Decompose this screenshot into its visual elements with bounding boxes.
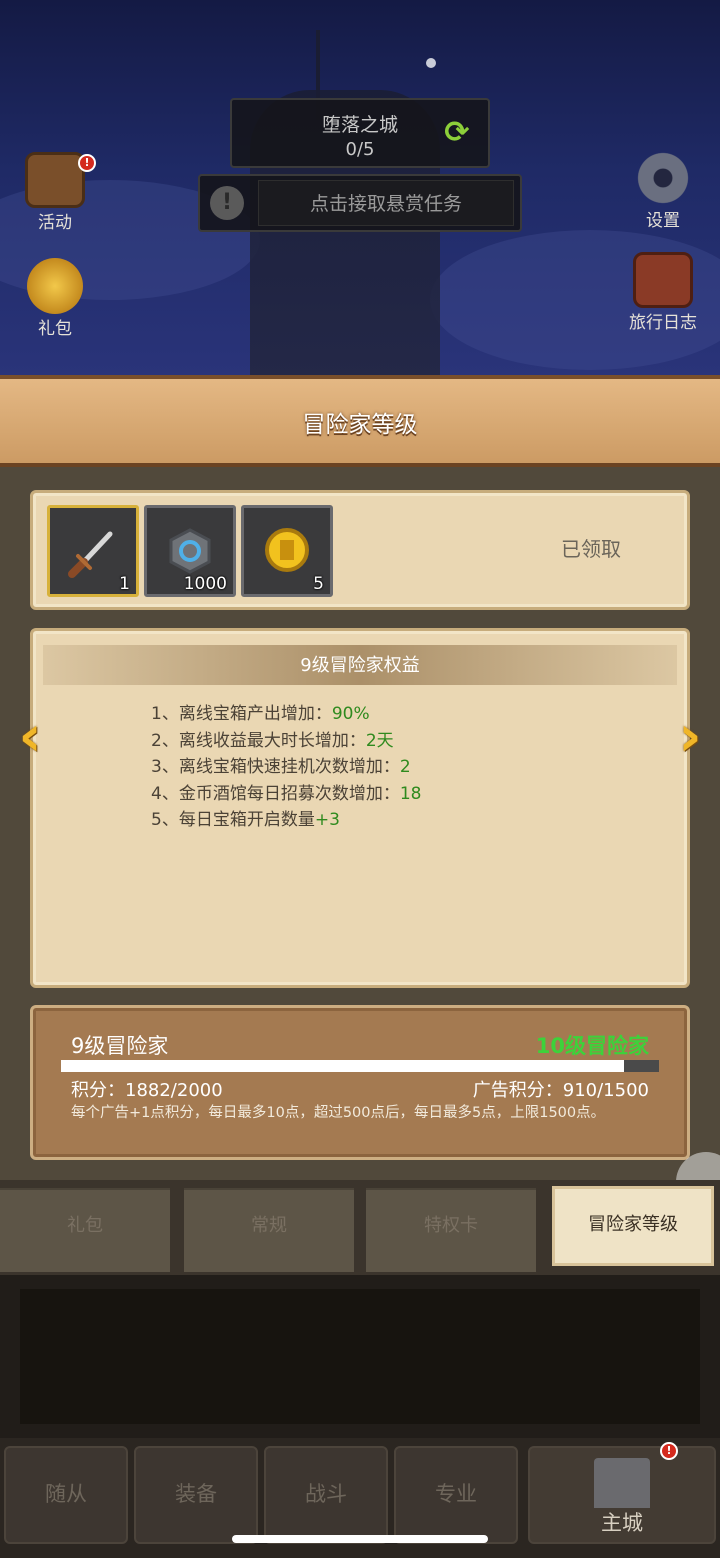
benefit-text: 1、离线宝箱产出增加：: [151, 704, 332, 724]
benefit-item: 3、离线宝箱快速挂机次数增加：2: [151, 754, 421, 781]
points-label: 积分：1882/2000: [71, 1080, 223, 1101]
castle-icon: [594, 1458, 650, 1508]
settings-label: 设置: [646, 211, 680, 231]
benefit-item: 4、金币酒馆每日招募次数增加：18: [151, 781, 421, 808]
tab-privilege-card[interactable]: 特权卡: [366, 1188, 536, 1272]
reward-row: 1 1000 5 已领取: [30, 490, 690, 610]
benefits-card: 9级冒险家权益 1、离线宝箱产出增加：90% 2、离线收益最大时长增加：2天 3…: [30, 628, 690, 988]
current-level: 9级冒险家: [71, 1034, 169, 1058]
benefit-text: 5、每日宝箱开启数量: [151, 810, 315, 830]
panel-footer-inner: [20, 1289, 700, 1424]
reward-slot[interactable]: 5: [241, 505, 333, 597]
nav-main-city[interactable]: ! 主城: [528, 1442, 716, 1544]
benefit-value: 2: [399, 757, 411, 777]
level-progress-card: 9级冒险家 10级冒险家 积分：1882/2000 广告积分：910/1500 …: [30, 1005, 690, 1160]
benefits-title: 9级冒险家权益: [300, 655, 420, 676]
reward-slot[interactable]: 1000: [144, 505, 236, 597]
next-level-arrow-icon[interactable]: ›: [666, 709, 714, 765]
reward-qty: 1000: [183, 574, 227, 594]
nav-followers[interactable]: 随从: [4, 1446, 128, 1544]
travel-log-icon: [633, 252, 693, 308]
gift-pack-label: 礼包: [38, 319, 72, 339]
benefit-value: +3: [314, 810, 340, 830]
benefit-value: 90%: [331, 704, 370, 724]
reward-status: 已领取: [561, 537, 621, 561]
nav-equipment[interactable]: 装备: [134, 1446, 258, 1544]
level-progress-fill: [61, 1060, 624, 1072]
tab-adventurer-level[interactable]: 冒险家等级: [552, 1186, 714, 1266]
tab-regular[interactable]: 常规: [184, 1188, 354, 1272]
panel-header: 冒险家等级: [0, 375, 720, 467]
nav-battle[interactable]: 战斗: [264, 1446, 388, 1544]
prev-level-arrow-icon[interactable]: ‹: [6, 709, 54, 765]
alert-icon: !: [210, 186, 244, 220]
benefit-text: 3、离线宝箱快速挂机次数增加：: [151, 757, 400, 777]
reward-qty: 5: [313, 574, 324, 594]
moon: [426, 58, 436, 68]
benefit-text: 4、金币酒馆每日招募次数增加：: [151, 783, 400, 804]
gear-icon: [633, 150, 693, 206]
game-scene: 堕落之城 0/5 ⟳ ! 点击接取悬赏任务 ! 活动 礼包 设置 旅行日志: [0, 0, 720, 380]
points-note: 每个广告+1点积分，每日最多10点，超过500点后，每日最多5点，上限1500点…: [71, 1105, 606, 1121]
notification-badge: !: [78, 154, 96, 172]
reward-qty: 1: [119, 574, 130, 594]
bounty-task-label: 点击接取悬赏任务: [258, 180, 514, 226]
benefit-list: 1、离线宝箱产出增加：90% 2、离线收益最大时长增加：2天 3、离线宝箱快速挂…: [151, 701, 421, 834]
nav-main-city-label: 主城: [601, 1511, 643, 1535]
reward-slot[interactable]: 1: [47, 505, 139, 597]
settings-button[interactable]: 设置: [618, 150, 708, 231]
notification-badge: !: [660, 1442, 678, 1460]
bounty-task-button[interactable]: ! 点击接取悬赏任务: [198, 174, 522, 232]
panel-title: 冒险家等级: [302, 412, 418, 438]
ad-points-label: 广告积分：910/1500: [472, 1080, 649, 1101]
benefit-text: 2、离线收益最大时长增加：: [151, 730, 366, 751]
gift-pack-icon: [27, 258, 83, 314]
level-progress-bar: [61, 1060, 659, 1072]
region-selector[interactable]: 堕落之城 0/5 ⟳: [230, 98, 490, 168]
tab-gift-pack[interactable]: 礼包: [0, 1188, 170, 1272]
benefit-item: 2、离线收益最大时长增加：2天: [151, 728, 421, 755]
panel-footer: [0, 1275, 720, 1438]
benefit-item: 1、离线宝箱产出增加：90%: [151, 701, 421, 728]
event-scroll-icon: [25, 152, 85, 208]
home-indicator[interactable]: [232, 1535, 488, 1543]
benefit-value: 18: [399, 783, 422, 804]
event-button[interactable]: ! 活动: [10, 152, 100, 233]
travel-log-button[interactable]: 旅行日志: [618, 252, 708, 333]
benefit-value: 2天: [365, 730, 394, 751]
refresh-icon[interactable]: ⟳: [440, 116, 474, 150]
nav-profession[interactable]: 专业: [394, 1446, 518, 1544]
benefit-item: 5、每日宝箱开启数量+3: [151, 807, 421, 834]
next-level: 10级冒险家: [535, 1034, 649, 1058]
event-label: 活动: [38, 213, 72, 233]
gift-pack-button[interactable]: 礼包: [10, 258, 100, 339]
travel-log-label: 旅行日志: [629, 313, 697, 333]
